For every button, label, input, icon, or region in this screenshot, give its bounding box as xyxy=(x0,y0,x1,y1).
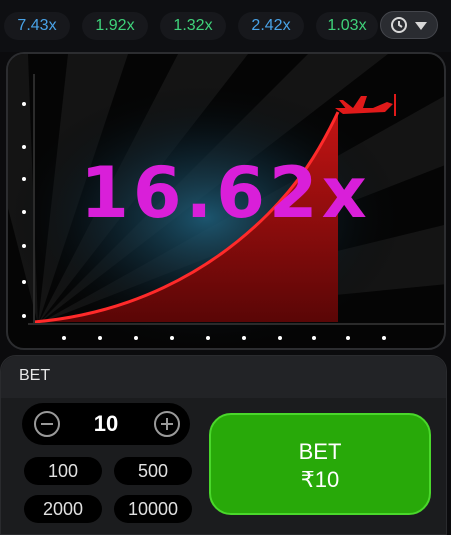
quick-amount-2000[interactable]: 2000 xyxy=(24,495,102,523)
current-multiplier: 16.62x xyxy=(80,152,371,234)
quick-amount-10000[interactable]: 10000 xyxy=(114,495,192,523)
stake-input[interactable]: 10 xyxy=(76,411,136,437)
history-value: 1.32x xyxy=(173,17,213,34)
decrease-stake-button[interactable] xyxy=(34,411,60,437)
place-bet-button[interactable]: BET ₹10 xyxy=(209,413,431,515)
bet-button-amount: ₹10 xyxy=(300,467,340,492)
plus-icon-v xyxy=(166,418,168,430)
history-bar: 7.43x 1.92x 1.32x 2.42x 1.03x xyxy=(0,0,451,52)
stake-stepper: 10 xyxy=(22,403,190,445)
history-value: 1.03x xyxy=(327,17,367,34)
history-item[interactable]: 7.43x xyxy=(4,12,70,40)
bet-panel-header: BET xyxy=(1,356,446,398)
history-item[interactable]: 1.32x xyxy=(160,12,226,40)
bet-panel-title: BET xyxy=(19,367,51,384)
bet-button-label: BET xyxy=(298,439,342,464)
history-value: 2.42x xyxy=(251,17,291,34)
history-item[interactable]: 2.42x xyxy=(238,12,304,40)
quick-amount-500[interactable]: 500 xyxy=(114,457,192,485)
quick-amount-100[interactable]: 100 xyxy=(24,457,102,485)
caret-down-icon xyxy=(415,22,427,30)
history-toggle-button[interactable] xyxy=(380,11,438,39)
increase-stake-button[interactable] xyxy=(154,411,180,437)
minus-icon xyxy=(41,423,53,425)
history-item[interactable]: 1.03x xyxy=(316,12,378,40)
history-value: 1.92x xyxy=(95,17,135,34)
history-value: 7.43x xyxy=(17,17,57,34)
history-item[interactable]: 1.92x xyxy=(82,12,148,40)
